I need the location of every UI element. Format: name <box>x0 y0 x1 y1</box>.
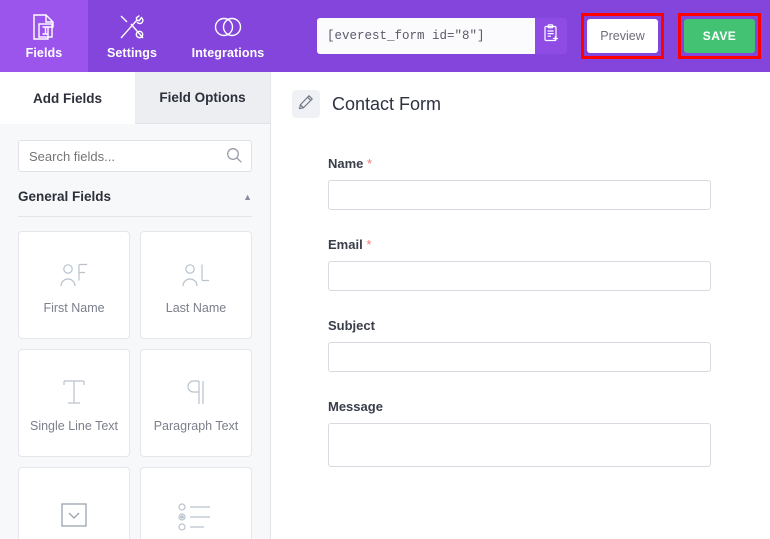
field-label: Subject <box>328 318 712 333</box>
field-card-label: Last Name <box>165 301 227 315</box>
field-card-first-name[interactable]: First Name <box>18 231 130 339</box>
form-field-list: Name * Email * Subject Message <box>278 118 770 472</box>
text-t-icon <box>58 373 90 407</box>
form-field-email[interactable]: Email * <box>328 237 712 291</box>
user-last-name-icon <box>179 255 213 289</box>
builder-nav-tabs: Fields Settings Integrations <box>0 0 280 72</box>
field-label: Name * <box>328 156 712 171</box>
message-textarea[interactable] <box>328 423 711 467</box>
field-label-text: Email <box>328 237 363 252</box>
nav-tab-label: Fields <box>25 46 63 60</box>
name-input[interactable] <box>328 180 711 210</box>
sidebar-body: General Fields ▲ First Name <box>0 124 270 539</box>
section-title: General Fields <box>18 189 112 204</box>
toolbar-actions: Preview SAVE <box>280 0 770 72</box>
paragraph-pilcrow-icon <box>182 373 210 407</box>
form-field-name[interactable]: Name * <box>328 156 712 210</box>
field-card-radio[interactable] <box>140 467 252 539</box>
sidebar-tabs: Add Fields Field Options <box>0 72 270 124</box>
form-field-subject[interactable]: Subject <box>328 318 712 372</box>
user-first-name-icon <box>57 255 91 289</box>
field-card-grid: First Name Last Name Single Line Text Pa… <box>18 231 252 539</box>
nav-tab-label: Integrations <box>191 46 265 60</box>
field-card-single-line-text[interactable]: Single Line Text <box>18 349 130 457</box>
tab-label: Add Fields <box>32 90 102 106</box>
field-card-paragraph-text[interactable]: Paragraph Text <box>140 349 252 457</box>
form-preview-canvas: Contact Form Name * Email * Subject Mess… <box>278 72 770 539</box>
search-input[interactable] <box>18 140 252 172</box>
save-button[interactable]: SAVE <box>684 19 755 53</box>
nav-tab-integrations[interactable]: Integrations <box>176 0 280 72</box>
field-label-text: Message <box>328 399 383 414</box>
save-button-highlight: SAVE <box>678 13 761 59</box>
edit-form-title-button[interactable] <box>292 90 320 118</box>
field-label: Message <box>328 399 712 414</box>
top-toolbar: Fields Settings Integrations [everest_fo… <box>0 0 770 72</box>
field-card-label: First Name <box>43 301 105 315</box>
tab-field-options[interactable]: Field Options <box>135 72 270 124</box>
required-asterisk: * <box>366 237 372 252</box>
field-label: Email * <box>328 237 712 252</box>
tab-label: Field Options <box>159 90 246 105</box>
shortcode-group <box>317 18 567 54</box>
field-card-label: Single Line Text <box>29 419 119 433</box>
fields-sidebar: Add Fields Field Options General Fields … <box>0 72 271 539</box>
preview-button[interactable]: Preview <box>587 19 658 53</box>
required-asterisk: * <box>367 156 373 171</box>
nav-tab-label: Settings <box>106 46 158 60</box>
settings-icon <box>118 12 146 42</box>
field-card-label: Paragraph Text <box>153 419 239 433</box>
preview-button-highlight: Preview <box>581 13 664 59</box>
section-general-fields[interactable]: General Fields ▲ <box>18 189 252 217</box>
nav-tab-fields[interactable]: Fields <box>0 0 88 72</box>
shortcode-input[interactable] <box>317 18 535 54</box>
tab-add-fields[interactable]: Add Fields <box>0 72 135 124</box>
form-field-message[interactable]: Message <box>328 399 712 472</box>
field-label-text: Name <box>328 156 364 171</box>
radio-list-icon <box>176 498 216 532</box>
field-label-text: Subject <box>328 318 375 333</box>
search-fields-group <box>18 140 252 172</box>
fields-icon <box>31 12 57 42</box>
integrations-icon <box>212 12 244 42</box>
subject-input[interactable] <box>328 342 711 372</box>
copy-shortcode-button[interactable] <box>535 18 567 54</box>
pencil-edit-icon <box>298 94 314 115</box>
field-card-last-name[interactable]: Last Name <box>140 231 252 339</box>
copy-clipboard-icon <box>543 24 560 48</box>
chevron-up-icon: ▲ <box>243 191 252 202</box>
form-title-row: Contact Form <box>278 72 770 118</box>
dropdown-chevron-box-icon <box>57 498 91 532</box>
page-title: Contact Form <box>332 93 442 114</box>
email-input[interactable] <box>328 261 711 291</box>
field-card-dropdown[interactable] <box>18 467 130 539</box>
nav-tab-settings[interactable]: Settings <box>88 0 176 72</box>
